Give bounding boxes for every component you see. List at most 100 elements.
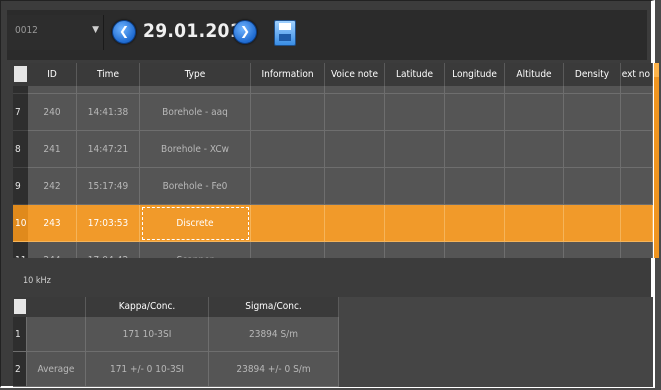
cell-voice-note[interactable] xyxy=(325,205,385,242)
cell-density[interactable] xyxy=(564,94,621,131)
cell-information[interactable] xyxy=(251,168,325,205)
cell-type[interactable]: Borehole - XCw xyxy=(140,131,251,168)
list-item[interactable]: 2 Average 171 +/- 0 10-3SI 23894 +/- 0 S… xyxy=(13,352,339,387)
cell-time[interactable]: 14:47:21 xyxy=(77,131,140,168)
cell-latitude[interactable] xyxy=(385,131,445,168)
scrollbar-thumb[interactable] xyxy=(654,63,659,77)
cell-altitude[interactable] xyxy=(505,205,564,242)
cell-altitude[interactable] xyxy=(505,168,564,205)
column-header-longitude[interactable]: Longitude xyxy=(445,63,505,86)
column-header-id[interactable]: ID xyxy=(28,63,77,86)
cell-density[interactable] xyxy=(564,242,621,258)
cell-time[interactable]: 17:04:42 xyxy=(77,242,140,258)
frequency-bar: 10 kHz xyxy=(13,276,653,292)
chevron-right-icon: ❯ xyxy=(239,24,251,38)
cell-latitude[interactable] xyxy=(385,242,445,258)
device-select-value: 0012 xyxy=(15,25,38,36)
cell-voice-note[interactable] xyxy=(325,131,385,168)
cell-id[interactable]: 240 xyxy=(28,94,77,131)
select-all-checkbox[interactable] xyxy=(14,299,26,314)
cell-type[interactable]: Scanner xyxy=(140,242,251,258)
row-number: 1 xyxy=(13,317,27,352)
column-header-text-note[interactable]: ext no xyxy=(621,63,653,86)
cell-sigma[interactable]: 23894 S/m xyxy=(209,317,339,352)
column-header-altitude[interactable]: Altitude xyxy=(505,63,564,86)
row-number: 10 xyxy=(13,205,28,242)
cell-kappa[interactable]: 171 +/- 0 10-3SI xyxy=(86,352,209,387)
select-all-checkbox[interactable] xyxy=(14,66,27,82)
table-row[interactable]: 8 241 14:47:21 Borehole - XCw xyxy=(13,131,653,168)
column-header-sigma[interactable]: Sigma/Conc. xyxy=(209,297,339,317)
list-item[interactable]: 1 171 10-3SI 23894 S/m xyxy=(13,317,339,352)
column-header-latitude[interactable]: Latitude xyxy=(385,63,445,86)
cell-longitude[interactable] xyxy=(445,242,505,258)
cell-altitude[interactable] xyxy=(505,94,564,131)
cell-id[interactable]: 242 xyxy=(28,168,77,205)
column-header-type[interactable]: Type xyxy=(140,63,251,86)
cell-information[interactable] xyxy=(251,94,325,131)
cell-id[interactable]: 241 xyxy=(28,131,77,168)
results-header: Kappa/Conc. Sigma/Conc. xyxy=(13,297,339,317)
cell-kappa[interactable]: 171 10-3SI xyxy=(86,317,209,352)
row-number: 2 xyxy=(13,352,27,387)
cell-longitude[interactable] xyxy=(445,205,505,242)
measurements-grid: ID Time Type Information Voice note Lati… xyxy=(13,63,653,258)
cell-longitude[interactable] xyxy=(445,131,505,168)
column-header-kappa[interactable]: Kappa/Conc. xyxy=(86,297,209,317)
cell-label xyxy=(27,317,86,352)
chevron-left-icon: ❮ xyxy=(118,24,130,38)
row-number: 11 xyxy=(13,242,28,258)
table-row-selected[interactable]: 10 243 17:03:53 Discrete xyxy=(13,205,653,242)
cell-voice-note[interactable] xyxy=(325,94,385,131)
frequency-label: 10 kHz xyxy=(23,276,51,286)
save-button[interactable] xyxy=(274,20,296,46)
cell-text-note[interactable] xyxy=(621,131,653,168)
dropdown-arrow-icon: ▼ xyxy=(92,25,99,35)
cell-information[interactable] xyxy=(251,131,325,168)
row-number: 8 xyxy=(13,131,28,168)
cell-density[interactable] xyxy=(564,168,621,205)
cell-latitude[interactable] xyxy=(385,94,445,131)
cell-text-note[interactable] xyxy=(621,242,653,258)
cell-text-note[interactable] xyxy=(621,205,653,242)
cell-time[interactable]: 15:17:49 xyxy=(77,168,140,205)
cell-type[interactable]: Borehole - Fe0 xyxy=(140,168,251,205)
column-header-voice-note[interactable]: Voice note xyxy=(325,63,385,86)
vertical-scrollbar[interactable] xyxy=(654,63,659,258)
table-row[interactable] xyxy=(13,86,653,94)
cell-longitude[interactable] xyxy=(445,168,505,205)
cell-density[interactable] xyxy=(564,205,621,242)
cell-latitude[interactable] xyxy=(385,205,445,242)
device-select[interactable]: 0012 ▼ xyxy=(7,15,104,50)
cell-longitude[interactable] xyxy=(445,94,505,131)
table-row[interactable]: 11 244 17:04:42 Scanner xyxy=(13,242,653,258)
cell-type-focused[interactable]: Discrete xyxy=(140,205,251,242)
cell-id[interactable]: 244 xyxy=(28,242,77,258)
cell-information[interactable] xyxy=(251,242,325,258)
table-row[interactable]: 7 240 14:41:38 Borehole - aaq xyxy=(13,94,653,131)
cell-altitude[interactable] xyxy=(505,242,564,258)
next-day-button[interactable]: ❯ xyxy=(233,20,257,44)
cell-altitude[interactable] xyxy=(505,131,564,168)
cell-id[interactable]: 243 xyxy=(28,205,77,242)
previous-day-button[interactable]: ❮ xyxy=(112,20,136,44)
cell-information[interactable] xyxy=(251,205,325,242)
cell-text-note[interactable] xyxy=(621,168,653,205)
cell-latitude[interactable] xyxy=(385,168,445,205)
cell-sigma[interactable]: 23894 +/- 0 S/m xyxy=(209,352,339,387)
cell-time[interactable]: 14:41:38 xyxy=(77,94,140,131)
cell-voice-note[interactable] xyxy=(325,242,385,258)
cell-density[interactable] xyxy=(564,131,621,168)
cell-type[interactable]: Borehole - aaq xyxy=(140,94,251,131)
column-header-time[interactable]: Time xyxy=(77,63,140,86)
column-header-density[interactable]: Density xyxy=(564,63,621,86)
column-header-information[interactable]: Information xyxy=(251,63,325,86)
cell-text-note[interactable] xyxy=(621,94,653,131)
column-header-label xyxy=(27,297,86,317)
cell-label: Average xyxy=(27,352,86,387)
results-grid: Kappa/Conc. Sigma/Conc. 1 171 10-3SI 238… xyxy=(13,297,653,387)
row-number: 9 xyxy=(13,168,28,205)
cell-voice-note[interactable] xyxy=(325,168,385,205)
table-row[interactable]: 9 242 15:17:49 Borehole - Fe0 xyxy=(13,168,653,205)
cell-time[interactable]: 17:03:53 xyxy=(77,205,140,242)
